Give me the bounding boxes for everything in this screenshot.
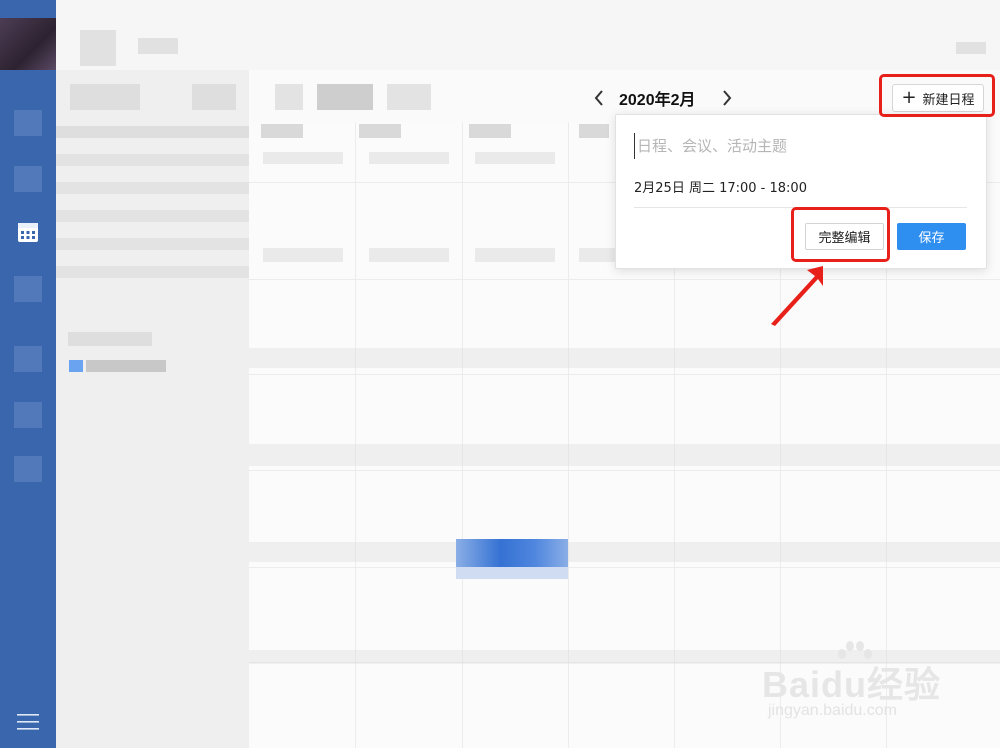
day-cell[interactable] [475,248,555,262]
hamburger-menu-icon[interactable] [17,713,39,731]
week-row[interactable] [249,444,1000,466]
day-cell[interactable] [475,152,555,164]
month-title: 2020年2月 [619,92,696,109]
highlight-box-full-edit [791,207,890,262]
weekday-label [359,124,401,138]
blurred-content [80,30,116,66]
calendar-icon[interactable] [16,220,40,244]
blurred-content [56,238,249,250]
watermark-url: jingyan.baidu.com [768,702,897,719]
blurred-content [56,182,249,194]
blurred-content [86,360,166,372]
nav-item[interactable] [14,276,42,302]
nav-item[interactable] [14,166,42,192]
watermark: Baidu经验 jingyan.baidu.com [762,640,962,730]
save-button[interactable]: 保存 [897,223,966,250]
chevron-left-icon[interactable] [588,86,610,110]
blurred-content [68,332,152,346]
blurred-content [138,38,178,54]
week-row[interactable] [249,348,1000,368]
week-row[interactable] [249,542,1000,562]
highlight-box-new-event [879,74,995,117]
blurred-content [956,42,986,54]
event-time-text: 2月25日 周二 17:00 - 18:00 [634,181,807,196]
event-title-input[interactable] [634,133,969,159]
blurred-content [192,84,236,110]
nav-rail [0,0,56,748]
day-cell[interactable] [263,248,343,262]
weekday-label [579,124,609,138]
day-cell[interactable] [369,152,449,164]
blurred-content [56,266,249,278]
calendar-color-swatch[interactable] [69,360,83,372]
nav-item[interactable] [14,346,42,372]
nav-item[interactable] [14,456,42,482]
weekday-label [469,124,511,138]
sidebar [56,70,249,748]
selected-event-slot[interactable] [456,539,568,567]
top-bar [56,0,1000,71]
blurred-content [70,84,140,110]
blurred-content [56,154,249,166]
watermark-brand: Baidu经验 [762,664,942,705]
selected-event-slot-shade [456,567,568,579]
avatar[interactable] [0,18,56,70]
blurred-content [387,84,431,110]
nav-item[interactable] [14,402,42,428]
blurred-content [317,84,373,110]
blurred-content [56,210,249,222]
blurred-content [56,126,249,138]
day-cell[interactable] [369,248,449,262]
chevron-right-icon[interactable] [716,86,738,110]
weekday-label [261,124,303,138]
blurred-content [275,84,303,110]
nav-item[interactable] [14,110,42,136]
day-cell[interactable] [263,152,343,164]
annotation-arrow-icon [771,266,823,326]
